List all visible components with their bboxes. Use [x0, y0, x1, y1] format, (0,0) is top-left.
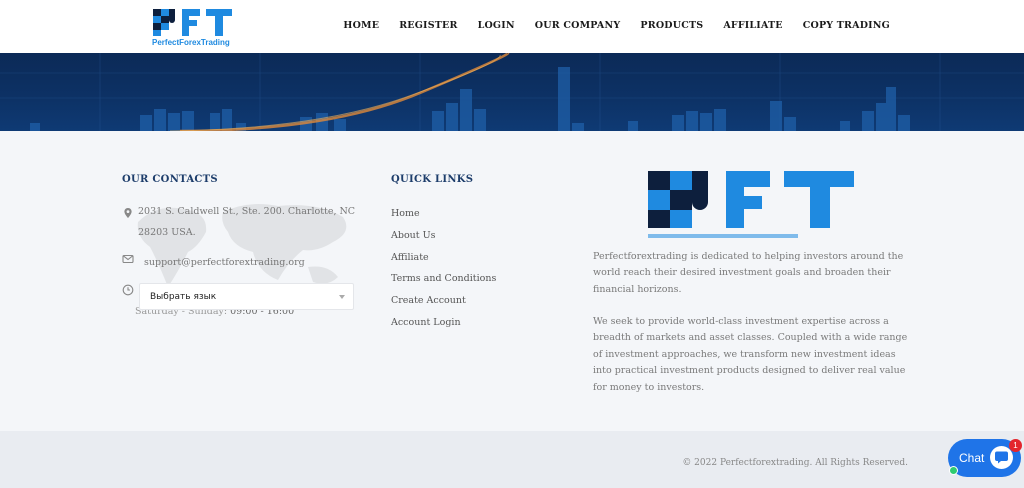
quick-link-account-login[interactable]: Account Login	[391, 312, 496, 334]
banner-chart-graphic	[0, 53, 1024, 131]
quick-link-home[interactable]: Home	[391, 203, 496, 225]
footer-logo	[648, 171, 854, 238]
pft-logo-mark	[153, 9, 232, 36]
map-pin-icon	[124, 208, 132, 218]
clock-icon	[122, 284, 134, 296]
site-logo[interactable]: PerfectForexTrading	[152, 8, 242, 50]
quick-links-list: Home About Us Affiliate Terms and Condit…	[391, 203, 496, 334]
nav-our-company[interactable]: OUR COMPANY	[535, 20, 621, 31]
footer-bottom-bar: © 2022 Perfectforextrading. All Rights R…	[0, 431, 1024, 488]
about-paragraph-1: Perfectforextrading is dedicated to help…	[593, 251, 904, 295]
address-row: 2031 S. Caldwell St., Ste. 200. Charlott…	[122, 201, 372, 243]
online-status-dot	[949, 466, 958, 475]
email-link[interactable]: support@perfectforextrading.org	[144, 252, 305, 273]
address-text: 2031 S. Caldwell St., Ste. 200. Charlott…	[138, 206, 356, 238]
nav-copy-trading[interactable]: COPY TRADING	[803, 20, 890, 31]
copyright-text: © 2022 Perfectforextrading. All Rights R…	[682, 458, 908, 468]
quick-link-create-account[interactable]: Create Account	[391, 290, 496, 312]
quick-links-title: QUICK LINKS	[391, 174, 474, 185]
logo-tagline: PerfectForexTrading	[152, 38, 230, 47]
email-row: support@perfectforextrading.org	[122, 252, 305, 273]
chat-label: Chat	[959, 451, 985, 465]
chat-unread-badge: 1	[1009, 439, 1022, 452]
hero-banner	[0, 53, 1024, 131]
quick-link-about-us[interactable]: About Us	[391, 225, 496, 247]
language-select-value: Выбрать язык	[150, 292, 217, 302]
quick-link-terms[interactable]: Terms and Conditions	[391, 268, 496, 290]
main-nav: HOME REGISTER LOGIN OUR COMPANY PRODUCTS…	[343, 20, 890, 31]
chevron-down-icon	[339, 295, 345, 299]
site-header: PerfectForexTrading HOME REGISTER LOGIN …	[0, 0, 1024, 53]
contacts-title: OUR CONTACTS	[122, 174, 218, 185]
nav-products[interactable]: PRODUCTS	[640, 20, 703, 31]
nav-login[interactable]: LOGIN	[478, 20, 515, 31]
about-paragraph-2: We seek to provide world-class investmen…	[593, 316, 908, 393]
language-select[interactable]: Выбрать язык	[139, 283, 354, 310]
quick-link-affiliate[interactable]: Affiliate	[391, 247, 496, 269]
nav-affiliate[interactable]: AFFILIATE	[723, 20, 782, 31]
envelope-icon	[122, 254, 134, 264]
nav-register[interactable]: REGISTER	[399, 20, 457, 31]
nav-home[interactable]: HOME	[343, 20, 379, 31]
